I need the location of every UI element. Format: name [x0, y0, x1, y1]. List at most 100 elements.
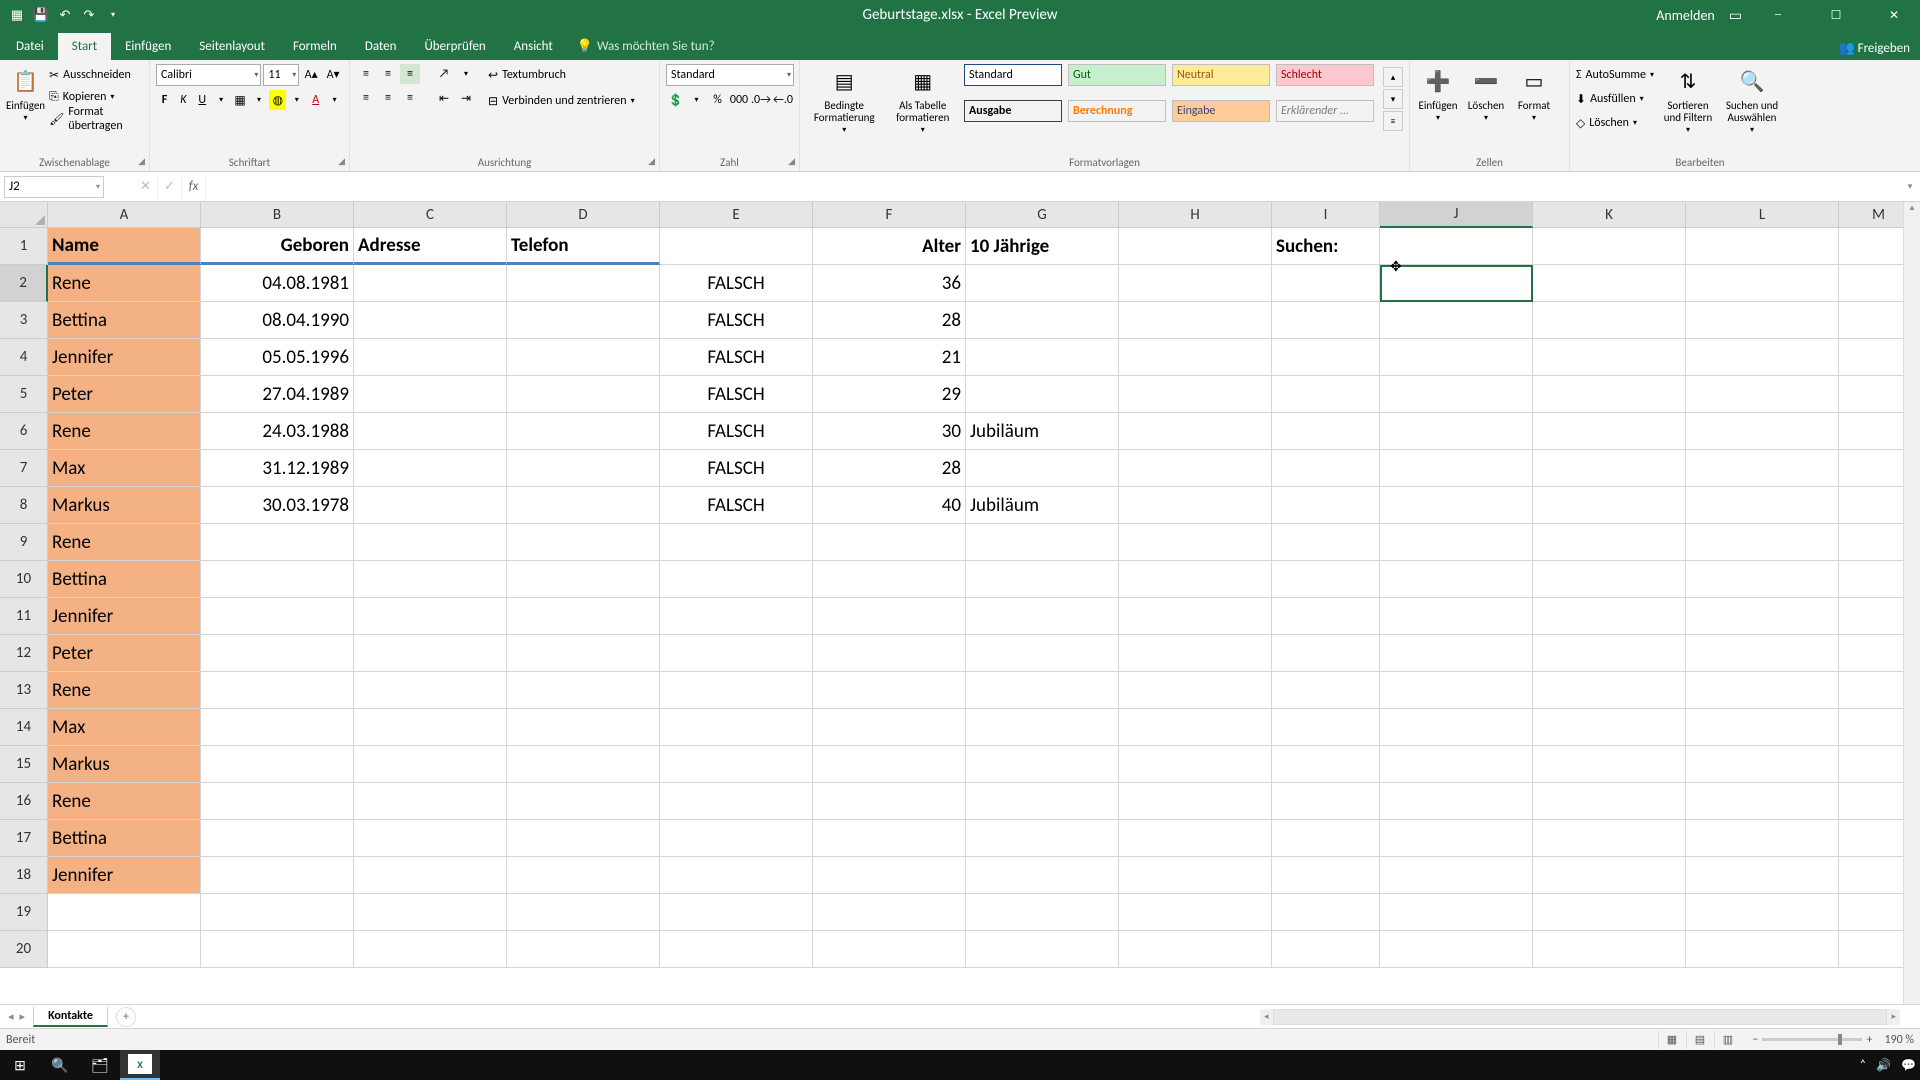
- row-header-20[interactable]: 20: [0, 931, 48, 968]
- cell-K18[interactable]: [1533, 857, 1686, 894]
- cell-H17[interactable]: [1119, 820, 1272, 857]
- cell-A20[interactable]: [48, 931, 201, 968]
- style-neutral[interactable]: Neutral: [1172, 64, 1270, 86]
- cell-J14[interactable]: [1380, 709, 1533, 746]
- cell-D17[interactable]: [507, 820, 660, 857]
- cell-I13[interactable]: [1272, 672, 1380, 709]
- font-name-combo[interactable]: Calibri▾: [156, 64, 261, 86]
- cell-D6[interactable]: [507, 413, 660, 450]
- cell-C1[interactable]: Adresse: [354, 228, 507, 265]
- cell-F7[interactable]: 28: [813, 450, 966, 487]
- column-header-B[interactable]: B: [201, 202, 354, 228]
- orientation-icon[interactable]: ↗: [434, 64, 454, 84]
- cell-C5[interactable]: [354, 376, 507, 413]
- cell-J5[interactable]: [1380, 376, 1533, 413]
- cell-A8[interactable]: Markus: [48, 487, 201, 524]
- cell-J1[interactable]: [1380, 228, 1533, 265]
- cell-L5[interactable]: [1686, 376, 1839, 413]
- cell-K19[interactable]: [1533, 894, 1686, 931]
- number-format-combo[interactable]: Standard▾: [666, 64, 794, 86]
- cell-E19[interactable]: [660, 894, 813, 931]
- cell-K4[interactable]: [1533, 339, 1686, 376]
- cell-B11[interactable]: [201, 598, 354, 635]
- cell-G18[interactable]: [966, 857, 1119, 894]
- column-header-D[interactable]: D: [507, 202, 660, 228]
- name-box[interactable]: J2▾: [4, 176, 104, 198]
- cell-E17[interactable]: [660, 820, 813, 857]
- find-select-button[interactable]: 🔍Suchen und Auswählen▾: [1722, 64, 1782, 135]
- cell-C2[interactable]: [354, 265, 507, 302]
- cell-B8[interactable]: 30.03.1978: [201, 487, 354, 524]
- cell-J3[interactable]: [1380, 302, 1533, 339]
- style-schlecht[interactable]: Schlecht: [1276, 64, 1374, 86]
- cell-E8[interactable]: FALSCH: [660, 487, 813, 524]
- cell-G16[interactable]: [966, 783, 1119, 820]
- cell-H9[interactable]: [1119, 524, 1272, 561]
- expand-formula-icon[interactable]: ▾: [1900, 181, 1920, 192]
- cell-F2[interactable]: 36: [813, 265, 966, 302]
- horizontal-scrollbar[interactable]: ◂ ▸: [1260, 1009, 1900, 1025]
- sheet-nav-last-icon[interactable]: ▸: [20, 1010, 26, 1023]
- cell-L15[interactable]: [1686, 746, 1839, 783]
- cell-A19[interactable]: [48, 894, 201, 931]
- cell-G15[interactable]: [966, 746, 1119, 783]
- cell-G8[interactable]: Jubiläum: [966, 487, 1119, 524]
- italic-icon[interactable]: K: [175, 90, 192, 110]
- cell-H8[interactable]: [1119, 487, 1272, 524]
- cell-K15[interactable]: [1533, 746, 1686, 783]
- cell-K7[interactable]: [1533, 450, 1686, 487]
- underline-dropdown-icon[interactable]: ▾: [213, 90, 230, 110]
- cell-B20[interactable]: [201, 931, 354, 968]
- cell-J6[interactable]: [1380, 413, 1533, 450]
- border-dropdown-icon[interactable]: ▾: [251, 90, 268, 110]
- wrap-text-button[interactable]: ↩Textumbruch: [488, 64, 635, 86]
- cell-K20[interactable]: [1533, 931, 1686, 968]
- cell-H11[interactable]: [1119, 598, 1272, 635]
- cell-L11[interactable]: [1686, 598, 1839, 635]
- cell-F18[interactable]: [813, 857, 966, 894]
- select-all-cell[interactable]: [0, 202, 48, 228]
- cell-E10[interactable]: [660, 561, 813, 598]
- cell-B5[interactable]: 27.04.1989: [201, 376, 354, 413]
- bold-icon[interactable]: F: [156, 90, 173, 110]
- tray-notification-icon[interactable]: 💬: [1901, 1058, 1916, 1073]
- fill-button[interactable]: ⬇Ausfüllen▾: [1576, 88, 1654, 110]
- cell-G3[interactable]: [966, 302, 1119, 339]
- cell-D4[interactable]: [507, 339, 660, 376]
- cell-C18[interactable]: [354, 857, 507, 894]
- fill-dropdown-icon[interactable]: ▾: [288, 90, 305, 110]
- cut-button[interactable]: ✂Ausschneiden: [49, 64, 143, 86]
- cell-A3[interactable]: Bettina: [48, 302, 201, 339]
- cell-C16[interactable]: [354, 783, 507, 820]
- row-header-13[interactable]: 13: [0, 672, 48, 709]
- cell-J8[interactable]: [1380, 487, 1533, 524]
- fill-color-icon[interactable]: ◍: [269, 90, 286, 110]
- cell-F13[interactable]: [813, 672, 966, 709]
- cell-I9[interactable]: [1272, 524, 1380, 561]
- alignment-dialog-icon[interactable]: ◢: [648, 156, 655, 167]
- row-header-19[interactable]: 19: [0, 894, 48, 931]
- row-header-2[interactable]: 2: [0, 265, 48, 302]
- redo-icon[interactable]: ↷: [78, 4, 100, 26]
- decrease-decimal-icon[interactable]: ←.0: [773, 90, 793, 110]
- cell-G13[interactable]: [966, 672, 1119, 709]
- increase-decimal-icon[interactable]: .0→: [751, 90, 771, 110]
- cell-K10[interactable]: [1533, 561, 1686, 598]
- cell-F10[interactable]: [813, 561, 966, 598]
- cell-D2[interactable]: [507, 265, 660, 302]
- cell-F12[interactable]: [813, 635, 966, 672]
- font-color-icon[interactable]: A: [307, 90, 324, 110]
- clipboard-dialog-icon[interactable]: ◢: [138, 156, 145, 167]
- file-explorer-icon[interactable]: 🗂: [80, 1050, 120, 1080]
- cell-L3[interactable]: [1686, 302, 1839, 339]
- cell-L12[interactable]: [1686, 635, 1839, 672]
- cell-H16[interactable]: [1119, 783, 1272, 820]
- sheet-tab-kontakte[interactable]: Kontakte: [33, 1007, 108, 1027]
- cell-I12[interactable]: [1272, 635, 1380, 672]
- cell-I14[interactable]: [1272, 709, 1380, 746]
- row-header-4[interactable]: 4: [0, 339, 48, 376]
- cell-H1[interactable]: [1119, 228, 1272, 265]
- row-header-12[interactable]: 12: [0, 635, 48, 672]
- ribbon-display-icon[interactable]: ▭: [1729, 7, 1742, 24]
- cell-E11[interactable]: [660, 598, 813, 635]
